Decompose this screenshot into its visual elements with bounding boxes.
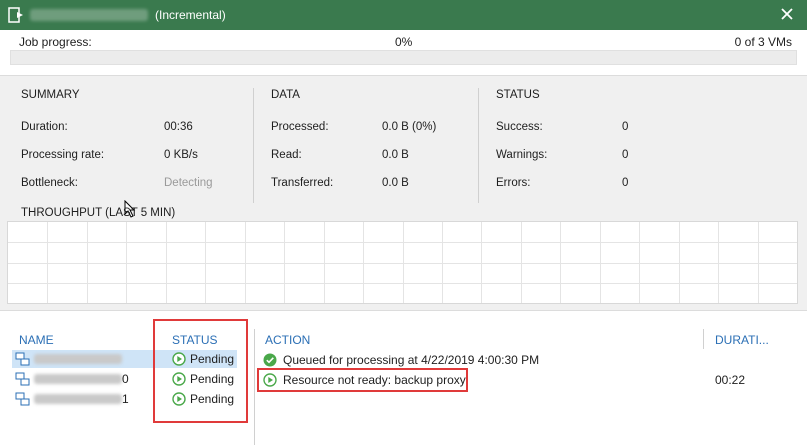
action-duration: 00:22 [715, 373, 746, 387]
title-bar: (Incremental) [0, 0, 807, 30]
read-value: 0.0 B [382, 149, 409, 161]
bottleneck-value: Detecting [164, 177, 213, 189]
vm-icon [15, 372, 30, 386]
job-progress-percent: 0% [395, 35, 413, 49]
processing-rate-label: Processing rate: [21, 149, 105, 161]
summary-title: SUMMARY [21, 89, 80, 101]
divider [703, 329, 704, 349]
vm-icon [15, 352, 30, 366]
transferred-label: Transferred: [271, 177, 334, 189]
duration-value: 00:36 [164, 121, 193, 133]
divider [254, 329, 255, 445]
bottleneck-label: Bottleneck: [21, 177, 78, 189]
success-label: Success: [496, 121, 543, 133]
action-column-header[interactable]: ACTION [265, 333, 310, 347]
throughput-title: THROUGHPUT (LAST 5 MIN) [21, 207, 176, 219]
success-check-icon [263, 353, 277, 367]
action-highlight-box [257, 368, 468, 392]
vm-name-redacted [34, 394, 122, 404]
duration-label: Duration: [21, 121, 68, 133]
read-label: Read: [271, 149, 302, 161]
backup-job-icon [8, 7, 23, 23]
name-column-header[interactable]: NAME [19, 333, 54, 347]
data-title: DATA [271, 89, 300, 101]
job-progress-label: Job progress: [19, 35, 92, 49]
throughput-chart [7, 221, 798, 304]
window-title: (Incremental) [155, 8, 226, 22]
processing-rate-value: 0 KB/s [164, 149, 198, 161]
job-progress-vms: 0 of 3 VMs [734, 35, 792, 49]
success-value: 0 [622, 121, 629, 133]
job-progress-area: Job progress: 0% 0 of 3 VMs [0, 30, 807, 75]
action-text: Queued for processing at 4/22/2019 4:00:… [283, 353, 540, 367]
divider [253, 88, 254, 203]
vm-icon [15, 392, 30, 406]
vm-name-suffix: 1 [122, 392, 129, 406]
processed-label: Processed: [271, 121, 329, 133]
vm-name-suffix: 0 [122, 372, 129, 386]
processed-value: 0.0 B (0%) [382, 121, 437, 133]
divider [478, 88, 479, 203]
job-name-redacted [30, 9, 148, 21]
warnings-label: Warnings: [496, 149, 548, 161]
duration-column-header[interactable]: DURATI... [715, 333, 769, 347]
throughput-grid [8, 222, 797, 303]
job-progress-bar [10, 50, 797, 65]
vm-list-panel: NAME STATUS ACTION DURATI... Pending 0 P… [0, 310, 807, 445]
errors-label: Errors: [496, 177, 531, 189]
vm-name-redacted [34, 354, 122, 364]
close-icon[interactable] [779, 6, 795, 22]
vm-name-redacted [34, 374, 122, 384]
transferred-value: 0.0 B [382, 177, 409, 189]
errors-value: 0 [622, 177, 629, 189]
warnings-value: 0 [622, 149, 629, 161]
stats-panel: SUMMARY Duration: 00:36 Processing rate:… [0, 75, 807, 310]
status-highlight-box [153, 319, 248, 423]
status-title: STATUS [496, 89, 540, 101]
